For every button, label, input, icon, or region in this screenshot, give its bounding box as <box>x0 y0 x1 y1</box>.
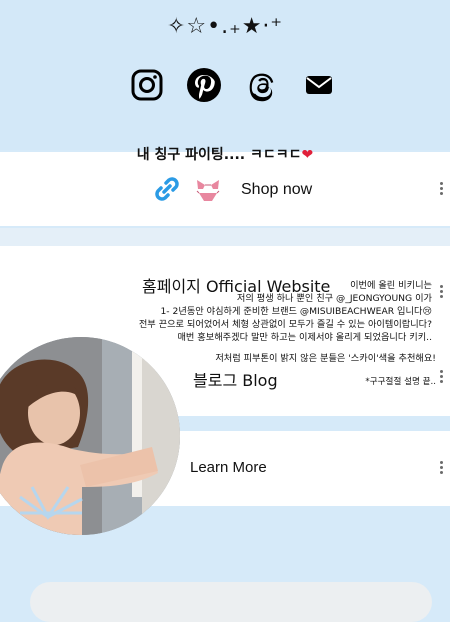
homepage-menu-icon[interactable] <box>440 283 444 300</box>
blog-label: 블로그 Blog <box>193 371 278 390</box>
story-overlay-line: 매번 홍보해주겠다 말만 하고는 이제서야 올리게 되었읍니다 키키.. <box>177 332 432 343</box>
mail-icon[interactable] <box>300 66 338 104</box>
story-recommendation: 저처럼 피부톤이 밝지 않은 분들은 '스카이'색을 추천해요! <box>215 353 436 364</box>
learn-more-label: Learn More <box>190 459 267 476</box>
story-caption-text: 내 칭구 파이팅.... ㅋㄷㅋㄷ <box>136 147 302 163</box>
social-icons-row <box>128 66 338 104</box>
story-note: *구구절절 설명 끝.. <box>365 377 436 387</box>
bottom-bar[interactable] <box>30 582 432 622</box>
heart-icon: ❤ <box>301 147 314 163</box>
story-overlay-text: 이번에 올린 비키니는 저의 평생 하나 뿐인 친구 @_JEONGYOUNG … <box>139 279 432 344</box>
story-caption: 내 칭구 파이팅.... ㅋㄷㅋㄷ❤ <box>0 144 450 164</box>
story-overlay-line: 이번에 올린 비키니는 <box>350 280 432 291</box>
blog-menu-icon[interactable] <box>440 368 444 385</box>
story-overlay-line: 1- 2년동안 야심하게 준비한 브랜드 @MISUIBEACHWEAR 입니다… <box>160 306 432 317</box>
card-gap <box>0 228 450 246</box>
shop-now-label: Shop now <box>241 181 313 198</box>
threads-icon[interactable] <box>243 66 281 104</box>
learn-more-menu-icon[interactable] <box>440 459 444 476</box>
sparkle-decoration: ✧☆•.₊★·⁺ <box>166 14 284 39</box>
pinterest-icon[interactable] <box>185 66 223 104</box>
story-overlay-line: 전부 끈으로 되어었어서 체형 상관없이 모두가 즐길 수 있는 아이템이랍니다… <box>138 319 432 330</box>
link-icon <box>150 172 184 211</box>
bikini-icon <box>195 174 221 209</box>
shop-now-menu-icon[interactable] <box>440 180 444 197</box>
instagram-icon[interactable] <box>128 66 166 104</box>
story-overlay-line: 저의 평생 하나 뿐인 친구 @_JEONGYOUNG 이가 <box>236 293 432 304</box>
